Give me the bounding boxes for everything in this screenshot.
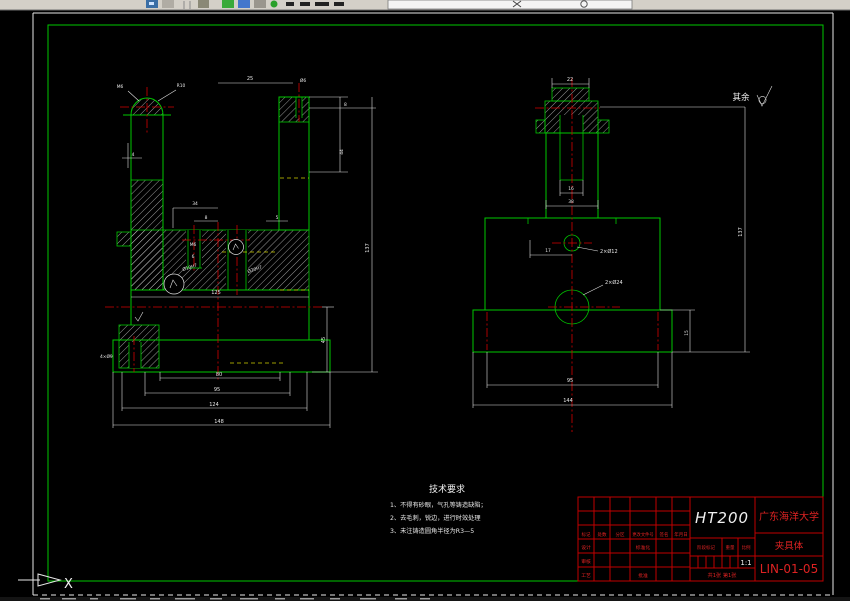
svg-text:22: 22 [567,77,573,83]
titleblock-process-label: 工艺 [581,573,591,579]
svg-text:M6: M6 [190,242,197,248]
titleblock-weight-label: 重量 [726,544,735,551]
toolbar-icon-fragment-5[interactable] [238,0,250,8]
svg-text:R10: R10 [177,83,186,89]
svg-text:6: 6 [192,254,195,260]
tech-req-title: 技术要求 [429,483,465,495]
svg-text:M6: M6 [117,84,124,90]
cad-canvas[interactable]: M6 R10 25 Ø6 8 44 137 4 34 8 5 M6 6 Ø10H… [0,0,850,601]
svg-text:16: 16 [568,186,574,192]
svg-text:34: 34 [192,201,198,207]
svg-text:4×Ø9: 4×Ø9 [100,353,113,360]
titleblock-check-label: 审核 [581,558,591,565]
svg-text:8: 8 [205,215,208,221]
titleblock-stage-label: 阶段标记 [697,544,715,551]
titleblock-col-header: 签名 [660,531,669,538]
svg-text:2×Ø12: 2×Ø12 [600,248,618,255]
titleblock-col-header: 处数 [598,531,607,538]
svg-text:2×Ø24: 2×Ø24 [605,279,623,286]
titleblock-col-header: 标记 [582,531,591,538]
svg-text:4: 4 [132,152,135,158]
tech-req-item: 3、未注铸造圆角半径为R3—5 [390,527,474,535]
toolbar-icon-fragment-6[interactable] [254,0,266,8]
toolbar-icon-fragment-4[interactable] [222,0,234,8]
svg-text:44: 44 [339,149,345,155]
svg-text:5: 5 [276,215,279,221]
roughness-balloon [163,273,185,295]
roughness-balloon [228,239,244,255]
toolbar-icon-fragment-7[interactable] [270,0,278,8]
toolbar [0,0,850,11]
svg-text:137: 137 [738,227,744,237]
svg-text:15: 15 [684,330,690,336]
svg-text:137: 137 [365,243,371,253]
svg-text:17: 17 [545,248,551,254]
svg-text:25: 25 [247,76,253,82]
titleblock-approve-label: 批准 [638,572,648,579]
titleblock-col-header: 年月日 [674,531,688,538]
drawing-number: LIN-01-05 [760,562,818,576]
surface-note-text: 其余 [732,92,750,103]
svg-text:95: 95 [214,387,220,393]
part-name: 夹具体 [775,540,804,552]
svg-text:Ø6: Ø6 [300,77,306,84]
svg-text:95: 95 [567,378,573,384]
scale-value: 1:1 [740,559,751,567]
titleblock-col-header: 分区 [616,531,625,538]
svg-text:45: 45 [321,337,327,343]
titleblock-scale-label: 比例 [742,544,751,551]
toolbar-icon-fragment-2[interactable] [162,0,174,8]
titleblock-standardize-label: 标准化 [636,544,651,551]
svg-text:125: 125 [211,290,221,296]
titleblock-col-header: 更改文件号 [632,531,653,538]
titleblock-design-label: 设计 [581,544,591,551]
svg-text:148: 148 [214,419,224,425]
svg-text:144: 144 [563,398,573,404]
ucs-x-axis-label: X [64,577,73,592]
svg-text:124: 124 [209,402,219,408]
sheet-count-note: 共1张 第1张 [708,571,738,579]
cad-window: M6 R10 25 Ø6 8 44 137 4 34 8 5 M6 6 Ø10H… [0,0,850,601]
svg-text:8: 8 [344,102,347,108]
tech-req-item: 1、不得有砂眼，气孔等铸造缺陷； [390,501,487,509]
toolbar-icon-fragment-3[interactable] [198,0,209,8]
command-line-edge [0,597,850,601]
toolbar-combobox[interactable] [387,0,633,10]
material-spec: HT200 [695,509,749,527]
organization-name: 广东海洋大学 [759,510,819,523]
svg-text:38: 38 [568,199,574,205]
svg-text:80: 80 [216,372,222,378]
tech-req-item: 2、去毛刺，锐边，进行时效处理 [390,514,481,522]
